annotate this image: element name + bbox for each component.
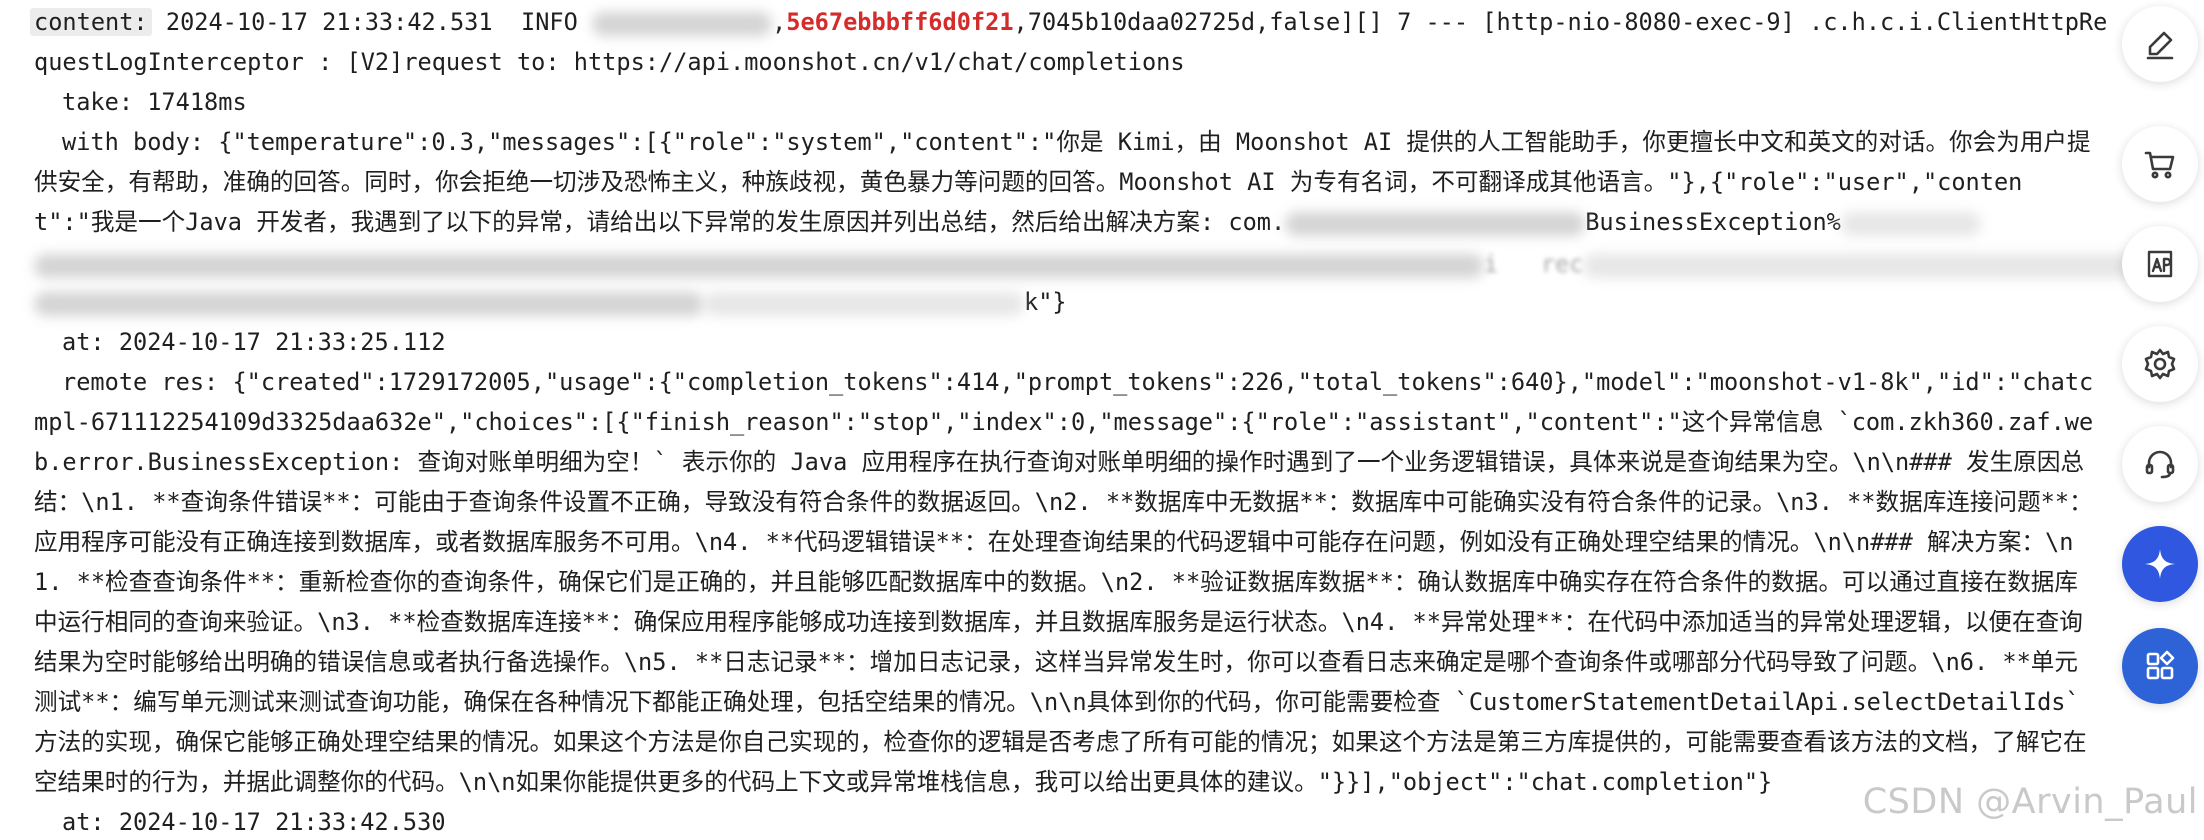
redacted-text (1583, 253, 2174, 278)
log-line-5: 供安全，有帮助，准确的回答。同时，你会拒绝一切涉及恐怖主义，种族歧视，黄色暴力等… (34, 168, 2023, 196)
log-line-18: 测试**：编写单元测试来测试查询功能，确保在各种情况下都能正确处理，包括空结果的… (34, 688, 2080, 716)
log-line-2: questLogInterceptor : [V2]request to: ht… (34, 48, 1185, 76)
log-line-8: k"} (34, 282, 1067, 322)
log-text: BusinessException% (1585, 208, 1841, 236)
log-line-rest: ,7045b10daa02725d,false][] 7 --- [http-n… (1013, 8, 2108, 36)
log-line-9: at: 2024-10-17 21:33:25.112 (62, 328, 446, 356)
watermark: CSDN @Arvin_Paul (1862, 782, 2198, 822)
headset-icon (2145, 450, 2175, 479)
redacted-text (592, 11, 773, 36)
redacted-text (704, 291, 1024, 316)
app-button[interactable] (2122, 226, 2198, 302)
log-line-4: with body: {"temperature":0.3,"messages"… (62, 128, 2091, 156)
log-line-1: content: 2024-10-17 21:33:42.531 INFO ,5… (30, 2, 2108, 42)
edit-icon (2146, 31, 2174, 60)
trace-id: 5e67ebbbff6d0f21 (786, 8, 1014, 36)
log-text: t":"我是一个Java 开发者，我遇到了以下的异常，请给出以下异常的发生原因并… (34, 208, 1286, 236)
content-key: content: (30, 8, 152, 36)
apps-grid-icon (2146, 650, 2175, 680)
customer-service-button[interactable] (2122, 426, 2198, 502)
cart-button[interactable] (2122, 126, 2198, 202)
redacted-text (34, 253, 1484, 278)
log-line-14: 应用程序可能没有正确连接到数据库，或者数据库服务不可用。\n4. **代码逻辑错… (34, 528, 2074, 556)
log-line-3: take: 17418ms (62, 88, 247, 116)
edit-button[interactable] (2122, 6, 2198, 82)
cart-icon (2144, 151, 2175, 179)
log-line-15: 1. **检查查询条件**：重新检查你的查询条件，确保它们是正确的，并且能够匹配… (34, 568, 2078, 596)
settings-icon (2144, 348, 2176, 380)
log-line-10: remote res: {"created":1729172005,"usage… (62, 368, 2094, 396)
log-line-12: b.error.BusinessException: 查询对账单明细为空！` 表… (34, 448, 2085, 476)
floating-toolbar (2120, 0, 2204, 840)
log-line-17: 结果为空时能够给出明确的错误信息或者执行备选操作。\n5. **日志记录**：增… (34, 648, 2078, 676)
apps-button[interactable] (2122, 628, 2198, 704)
log-text: k"} (1024, 288, 1067, 316)
assistant-logo-icon (2145, 549, 2175, 579)
blurred-text: i rec (1484, 250, 1584, 278)
assistant-button[interactable] (2122, 526, 2198, 602)
log-line-11: mpl-671112254109d3325daa632e","choices":… (34, 408, 2094, 436)
log-timestamp: 2024-10-17 21:33:42.531 (165, 8, 493, 36)
log-line-13: 结：\n1. **查询条件错误**：可能由于查询条件设置不正确，导致没有符合条件… (34, 488, 2093, 516)
log-level: INFO (521, 8, 578, 36)
log-line-20: 空结果时的行为，并据此调整你的代码。\n\n如果你能提供更多的代码上下文或异常堆… (34, 768, 1773, 796)
redacted-text (34, 291, 704, 316)
log-line-21: at: 2024-10-17 21:33:42.530 (62, 808, 446, 836)
settings-button[interactable] (2122, 326, 2198, 402)
log-line-16: 中运行相同的查询来验证。\n3. **检查数据库连接**：确保应用程序能够成功连… (34, 608, 2083, 636)
redacted-text (1285, 211, 1586, 236)
log-output: content: 2024-10-17 21:33:42.531 INFO ,5… (0, 0, 2204, 840)
log-line-6: t":"我是一个Java 开发者，我遇到了以下的异常，请给出以下异常的发生原因并… (34, 202, 1981, 242)
log-line-19: 方法的实现，确保它能够正确处理空结果的情况。如果这个方法是你自己实现的，检查你的… (34, 728, 2087, 756)
app-icon (2147, 250, 2173, 278)
redacted-text (1840, 211, 1981, 236)
log-line-7: i rec (34, 244, 2174, 284)
